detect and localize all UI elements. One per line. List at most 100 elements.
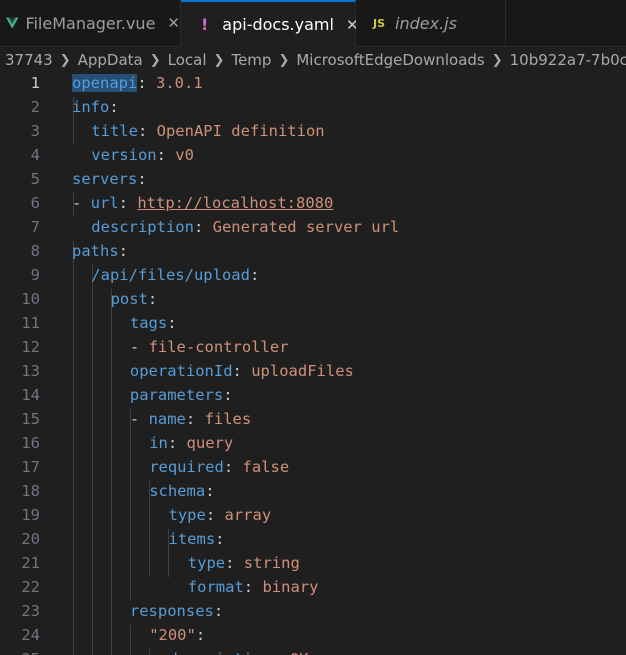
code-line[interactable]: 25 description: OK xyxy=(0,647,626,655)
tab-filemanager-vue[interactable]: FileManager.vue ✕ xyxy=(0,0,181,46)
code-line[interactable]: 18 schema: xyxy=(0,479,626,503)
breadcrumb-item[interactable]: Temp xyxy=(229,51,273,69)
code-editor[interactable]: 1 openapi: 3.0.1 2 info: 3 title: OpenAPI def… xyxy=(0,73,626,655)
code-line[interactable]: 7 description: Generated server url xyxy=(0,215,626,239)
yaml-key: operationId xyxy=(129,362,233,380)
code-line[interactable]: 8 paths: xyxy=(0,239,626,263)
yaml-value: OK xyxy=(290,650,309,655)
colon: : xyxy=(118,242,129,260)
colon: : xyxy=(215,530,225,548)
colon: : xyxy=(223,458,243,476)
yaml-value: OpenAPI definition xyxy=(156,122,325,140)
chevron-right-icon: ❯ xyxy=(213,52,225,68)
code-line[interactable]: 15 - name: files xyxy=(0,407,626,431)
colon: : xyxy=(167,434,187,452)
list-dash: - xyxy=(129,338,149,356)
code-text: required: false xyxy=(149,455,289,479)
breadcrumb: 37743 ❯ AppData ❯ Local ❯ Temp ❯ Microso… xyxy=(0,47,626,73)
colon: : xyxy=(193,218,213,236)
code-text: version: v0 xyxy=(91,143,194,167)
code-line[interactable]: 20 items: xyxy=(0,527,626,551)
colon: : xyxy=(195,626,206,644)
code-line[interactable]: 4 version: v0 xyxy=(0,143,626,167)
code-text: parameters: xyxy=(130,383,233,407)
line-number: 5 xyxy=(30,170,40,188)
yaml-key: schema xyxy=(149,482,206,500)
yaml-key: responses xyxy=(129,602,214,620)
code-text: openapi: 3.0.1 xyxy=(72,73,203,95)
code-line[interactable]: 22 format: binary xyxy=(0,575,626,599)
line-number: 23 xyxy=(21,602,40,620)
close-icon[interactable]: ✕ xyxy=(167,14,180,32)
code-text: title: OpenAPI definition xyxy=(91,119,324,143)
colon: : xyxy=(137,170,147,188)
breadcrumb-item[interactable]: MicrosoftEdgeDownloads xyxy=(294,51,486,69)
code-line[interactable]: 6 - url: http://localhost:8080 xyxy=(0,191,626,215)
code-text: paths: xyxy=(72,239,128,263)
chevron-right-icon: ❯ xyxy=(491,52,503,68)
code-line[interactable]: 2 info: xyxy=(0,95,626,119)
tab-api-docs-yaml[interactable]: ! api-docs.yaml ✕ xyxy=(181,0,359,47)
code-line[interactable]: 11 tags: xyxy=(0,311,626,335)
code-text: items: xyxy=(169,527,225,551)
colon: : xyxy=(243,578,263,596)
breadcrumb-item[interactable]: 10b922a7-7b0c-429f- xyxy=(508,51,626,69)
chevron-right-icon: ❯ xyxy=(278,52,290,68)
code-line[interactable]: 12 - file-controller xyxy=(0,335,626,359)
yaml-key: openapi xyxy=(72,74,138,92)
yaml-value: binary xyxy=(262,578,319,596)
yaml-value: array xyxy=(224,506,272,524)
tab-index-js[interactable]: JS index.js xyxy=(356,0,506,46)
list-dash: - xyxy=(129,410,149,428)
code-line[interactable]: 13 operationId: uploadFiles xyxy=(0,359,626,383)
line-number: 3 xyxy=(30,122,40,140)
breadcrumb-item[interactable]: Local xyxy=(166,51,209,69)
colon: : xyxy=(205,482,215,500)
code-line[interactable]: 14 parameters: xyxy=(0,383,626,407)
line-number: 14 xyxy=(21,386,40,404)
code-text: - name: files xyxy=(130,407,251,431)
yaml-key: items xyxy=(168,530,216,548)
yaml-key: name xyxy=(148,410,186,428)
yaml-value: files xyxy=(204,410,252,428)
line-number: 21 xyxy=(21,554,40,572)
colon: : xyxy=(137,122,157,140)
yaml-value: uploadFiles xyxy=(251,362,354,380)
breadcrumb-item[interactable]: 37743 xyxy=(0,51,55,69)
code-text: format: binary xyxy=(188,575,319,599)
code-line[interactable]: 10 post: xyxy=(0,287,626,311)
yaml-value: Generated server url xyxy=(212,218,400,236)
code-line[interactable]: 21 type: string xyxy=(0,551,626,575)
breadcrumb-item[interactable]: AppData xyxy=(76,51,145,69)
colon: : xyxy=(147,290,158,308)
code-line[interactable]: 17 required: false xyxy=(0,455,626,479)
code-text: post: xyxy=(111,287,158,311)
code-text: type: string xyxy=(188,551,300,575)
line-number: 12 xyxy=(21,338,40,356)
code-line[interactable]: 19 type: array xyxy=(0,503,626,527)
yaml-key: /api/files/upload xyxy=(91,266,250,284)
colon: : xyxy=(205,506,225,524)
code-line[interactable]: 3 title: OpenAPI definition xyxy=(0,119,626,143)
code-text: "200": xyxy=(149,623,205,647)
yaml-key: required xyxy=(149,458,224,476)
tab-label: FileManager.vue xyxy=(25,13,156,33)
yaml-key: description xyxy=(169,650,272,655)
line-number: 1 xyxy=(30,74,40,92)
yaml-key: in xyxy=(149,434,168,452)
yaml-key: url xyxy=(90,194,119,212)
yaml-value: string xyxy=(243,554,300,572)
yaml-key: paths xyxy=(72,242,119,260)
code-line[interactable]: 23 responses: xyxy=(0,599,626,623)
yaml-value: v0 xyxy=(175,146,194,164)
code-line[interactable]: 24 "200": xyxy=(0,623,626,647)
code-line[interactable]: 5 servers: xyxy=(0,167,626,191)
url-link[interactable]: http://localhost:8080 xyxy=(137,194,333,212)
code-line[interactable]: 1 openapi: 3.0.1 xyxy=(0,73,626,95)
line-number: 4 xyxy=(30,146,40,164)
yaml-key: post xyxy=(110,290,148,308)
code-line[interactable]: 16 in: query xyxy=(0,431,626,455)
yaml-key: type xyxy=(187,554,226,572)
code-line[interactable]: 9/api/files/upload: xyxy=(0,263,626,287)
colon: : xyxy=(137,74,156,92)
